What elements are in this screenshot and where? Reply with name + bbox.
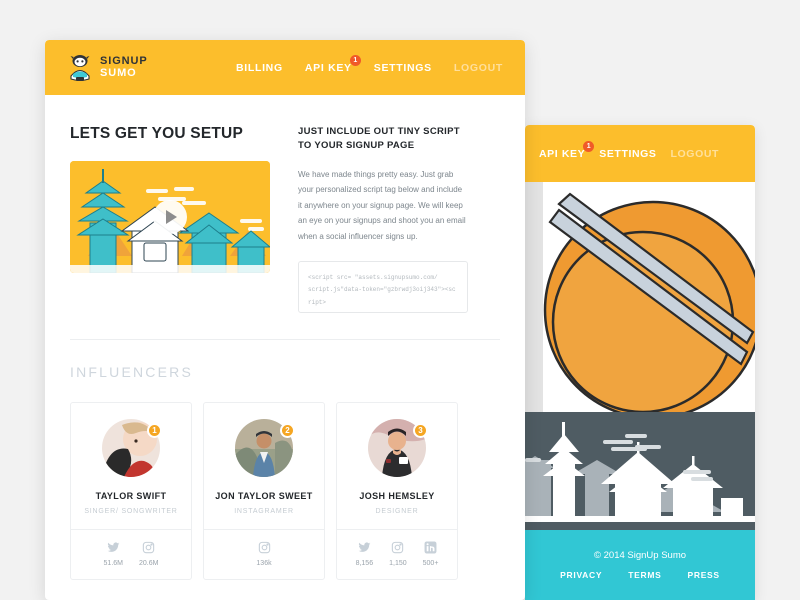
stat-value: 136k [256,559,272,567]
influencer-name: JOSH HEMSLEY [359,490,435,501]
ramen-bowl-illustration [525,182,755,412]
stat-value: 8,156 [355,559,374,567]
influencer-role: INSTAGRAMER [234,507,294,515]
linkedin-icon [424,541,437,553]
influencer-card[interactable]: 2 JON TAYLOR SWEET INSTAGRAMER 136k [203,401,325,580]
nav-item-api-key-label: API KEY [304,61,352,74]
twitter-icon [358,541,371,552]
script-snippet-line-2: script.js"data-token="gzbrwdj3oij343"><s… [308,286,456,306]
sumo-wrestler-logo-icon [70,54,90,81]
nav-item-logout[interactable]: LOGOUT [454,62,503,74]
influencer-stats: 8,156 1,150 500+ [337,528,457,579]
footer-links: PRIVACY TERMS PRESS [560,570,720,580]
secondary-nav-item-api-key[interactable]: API KEY 1 [539,140,595,160]
screen: API KEY 1 SETTINGS LOGOUT © 2014 SignUp … [0,0,800,600]
instagram-icon [392,541,404,553]
main-content: LETS GET YOU SETUP JUST INCLUDE OUT TINY… [45,95,525,340]
secondary-footer: © 2014 SignUp Sumo PRIVACY TERMS PRESS [525,530,755,600]
influencer-card[interactable]: 1 TAYLOR SWIFT SINGER/ SONGWRITER 51.6M … [70,401,192,580]
secondary-nav-item-logout[interactable]: LOGOUT [671,148,720,160]
main-header: SIGNUP SUMO BILLING API KEY 1 SETTINGS L… [45,40,525,95]
play-button[interactable] [153,200,187,234]
stat-value: 51.6M [103,559,123,567]
influencer-name: TAYLOR SWIFT [95,490,167,501]
setup-row: LETS GET YOU SETUP JUST INCLUDE OUT TINY… [70,125,500,313]
secondary-nav-label: API KEY [539,147,586,160]
play-icon [166,210,177,224]
intro-video-thumbnail[interactable] [70,161,270,273]
avatar-wrap: 2 [235,418,295,477]
stat-value: 500+ [422,559,439,567]
nav-item-settings[interactable]: SETTINGS [374,62,432,74]
rank-badge: 1 [147,422,162,438]
influencer-card-list: 1 TAYLOR SWIFT SINGER/ SONGWRITER 51.6M … [45,380,525,580]
page-title: LETS GET YOU SETUP [70,125,243,142]
nav-item-billing[interactable]: BILLING [236,62,283,74]
script-snippet-line-1: <script src= "assets.signupsumo.com/ [308,273,438,281]
skyline-icon [525,422,755,522]
influencer-role: DESIGNER [375,507,419,515]
script-column: JUST INCLUDE OUT TINY SCRIPT TO YOUR SIG… [298,125,468,313]
stat-value: 1,150 [389,559,407,567]
logo-wordmark: SIGNUP SUMO [100,55,148,79]
influencer-stats: 136k [204,528,324,579]
influencer-name: JON TAYLOR SWEET [215,490,313,501]
bowl-chopsticks-icon [543,192,755,412]
script-snippet-box[interactable]: <script src= "assets.signupsumo.com/ scr… [298,260,468,313]
footer-link-privacy[interactable]: PRIVACY [560,570,602,580]
stat-instagram: 20.6M [139,541,158,567]
logo-line-1: SIGNUP [100,55,148,68]
stat-twitter: 51.6M [104,541,123,567]
logo-line-2: SUMO [100,66,137,79]
stat-instagram: 1,150 [389,541,407,567]
influencer-stats: 51.6M 20.6M [71,528,191,579]
copyright-text: © 2014 SignUp Sumo [593,550,687,561]
footer-link-press[interactable]: PRESS [687,570,719,580]
main-dashboard-panel: SIGNUP SUMO BILLING API KEY 1 SETTINGS L… [45,40,525,600]
stat-twitter: 8,156 [355,541,374,567]
secondary-nav-item-settings[interactable]: SETTINGS [599,148,656,160]
stat-linkedin: 500+ [422,541,439,567]
logo[interactable]: SIGNUP SUMO [67,54,148,82]
setup-column: LETS GET YOU SETUP [70,125,270,313]
secondary-preview-panel: API KEY 1 SETTINGS LOGOUT © 2014 SignUp … [525,125,755,600]
nav-item-api-key[interactable]: API KEY 1 [304,54,361,74]
script-section-body: We have made things pretty easy. Just gr… [298,169,466,241]
avatar-wrap: 3 [368,418,428,477]
influencer-role: SINGER/ SONGWRITER [84,507,178,515]
api-key-notification-badge: 1 [349,54,361,66]
secondary-nav: API KEY 1 SETTINGS LOGOUT [525,125,755,182]
api-key-badge: 1 [583,140,595,152]
footer-link-terms[interactable]: TERMS [628,570,661,580]
script-section-title: JUST INCLUDE OUT TINY SCRIPT TO YOUR SIG… [298,126,460,151]
instagram-icon [258,541,270,553]
temple-skyline-illustration [525,412,755,530]
main-nav: BILLING API KEY 1 SETTINGS LOGOUT [236,54,503,74]
left-gray-strip [525,182,543,412]
stat-value: 20.6M [139,559,159,567]
instagram-icon [143,541,155,553]
rank-badge: 2 [280,422,295,438]
influencer-card[interactable]: 3 JOSH HEMSLEY DESIGNER 8,156 1,150 500+ [336,401,458,580]
rank-badge: 3 [413,422,428,438]
influencers-heading: INFLUENCERS [70,363,193,380]
avatar-wrap: 1 [102,418,162,477]
twitter-icon [107,541,120,552]
stat-instagram: 136k [256,541,272,567]
